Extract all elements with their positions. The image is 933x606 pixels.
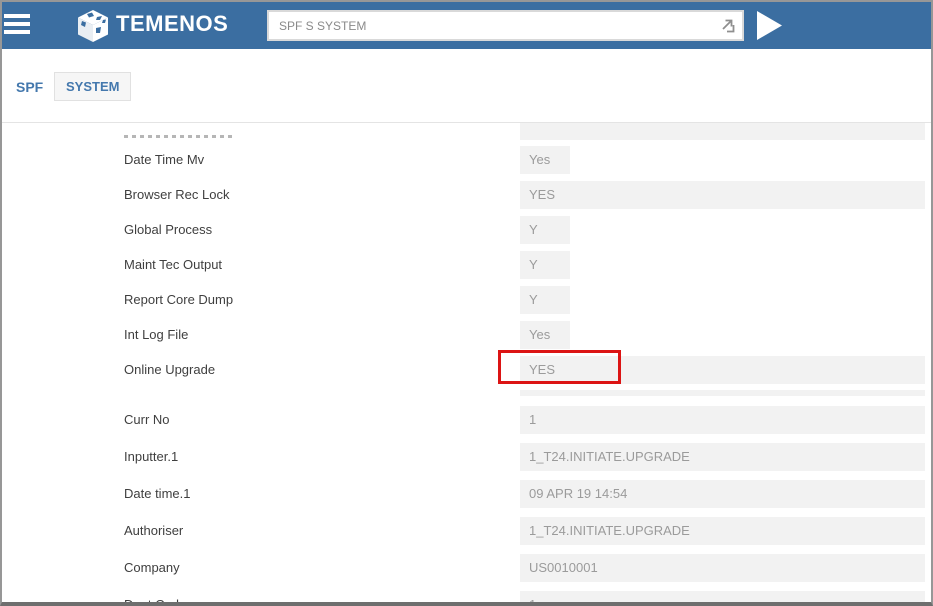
field-row: Authoriser 1_T24.INITIATE.UPGRADE: [2, 512, 931, 549]
field-row: Online Upgrade YES: [2, 352, 931, 387]
field-value-cell: 1_T24.INITIATE.UPGRADE: [520, 512, 925, 549]
field-value-cell: 1: [520, 401, 925, 438]
field-label: Global Process: [124, 212, 212, 247]
field-label: Maint Tec Output: [124, 247, 222, 282]
field-value-cell: 1_T24.INITIATE.UPGRADE: [520, 438, 925, 475]
field-row: Dept Code 1: [2, 586, 931, 606]
field-value-cell: US0010001: [520, 549, 925, 586]
field-value-cell: 09 APR 19 14:54: [520, 475, 925, 512]
field-value: Y: [520, 216, 570, 244]
breadcrumb-app-link[interactable]: SPF: [16, 79, 43, 95]
application-window: TEMENOS SPF SYSTEM Date Time Mv Yes Brow…: [0, 0, 933, 606]
clipped-scrolled-row: [2, 123, 931, 142]
field-row: Global Process Y: [2, 212, 931, 247]
field-value: 1_T24.INITIATE.UPGRADE: [520, 443, 925, 471]
field-label: Inputter.1: [124, 438, 178, 475]
section-spacer: [2, 387, 931, 401]
field-value: 1: [520, 591, 925, 606]
field-value: US0010001: [520, 554, 925, 582]
field-value: Yes: [520, 321, 570, 349]
field-row: Company US0010001: [2, 549, 931, 586]
field-value-cell: Yes: [520, 142, 925, 177]
field-value-cell: Y: [520, 247, 925, 282]
field-value: Y: [520, 286, 570, 314]
field-value: Yes: [520, 146, 570, 174]
breadcrumb-record-tab[interactable]: SYSTEM: [54, 72, 131, 101]
menu-icon[interactable]: [4, 14, 30, 36]
field-value-cell: Y: [520, 212, 925, 247]
run-play-button[interactable]: [755, 10, 783, 41]
field-row: Report Core Dump Y: [2, 282, 931, 317]
field-value: 1: [520, 406, 925, 434]
field-value: 09 APR 19 14:54: [520, 480, 925, 508]
record-form: Date Time Mv Yes Browser Rec Lock YES Gl…: [2, 122, 931, 606]
field-label: Authoriser: [124, 512, 183, 549]
field-value-cell: YES: [520, 177, 925, 212]
field-value-cell: 1: [520, 586, 925, 606]
command-line-wrap: [267, 10, 744, 41]
command-input[interactable]: [267, 10, 744, 41]
breadcrumb: SPF SYSTEM: [2, 49, 931, 122]
field-label: Int Log File: [124, 317, 188, 352]
field-row: Date Time Mv Yes: [2, 142, 931, 177]
field-value-cell: Yes: [520, 317, 925, 352]
field-label: Date time.1: [124, 475, 190, 512]
field-row: Curr No 1: [2, 401, 931, 438]
field-label: Browser Rec Lock: [124, 177, 229, 212]
field-value: YES: [520, 356, 925, 384]
header-bar: TEMENOS: [2, 2, 931, 49]
field-label: Company: [124, 549, 180, 586]
field-label: Date Time Mv: [124, 142, 204, 177]
field-label: Dept Code: [124, 586, 186, 606]
field-value-cell: YES: [520, 352, 925, 387]
field-value-cell: Y: [520, 282, 925, 317]
field-value: 1_T24.INITIATE.UPGRADE: [520, 517, 925, 545]
field-value: Y: [520, 251, 570, 279]
field-label: Report Core Dump: [124, 282, 233, 317]
temenos-cube-logo-icon: [75, 8, 111, 44]
field-row: Int Log File Yes: [2, 317, 931, 352]
field-label: Curr No: [124, 401, 170, 438]
clipped-label-fragment: [124, 135, 236, 138]
clipped-empty-strip: [520, 390, 925, 396]
field-row: Inputter.1 1_T24.INITIATE.UPGRADE: [2, 438, 931, 475]
clipped-value-strip: [520, 123, 925, 140]
field-row: Maint Tec Output Y: [2, 247, 931, 282]
launch-arrow-icon[interactable]: [718, 16, 737, 35]
field-row: Date time.1 09 APR 19 14:54: [2, 475, 931, 512]
field-value: YES: [520, 181, 925, 209]
field-row: Browser Rec Lock YES: [2, 177, 931, 212]
form-rows: Date Time Mv Yes Browser Rec Lock YES Gl…: [2, 142, 931, 606]
brand-wordmark: TEMENOS: [116, 11, 228, 37]
field-label: Online Upgrade: [124, 352, 215, 387]
